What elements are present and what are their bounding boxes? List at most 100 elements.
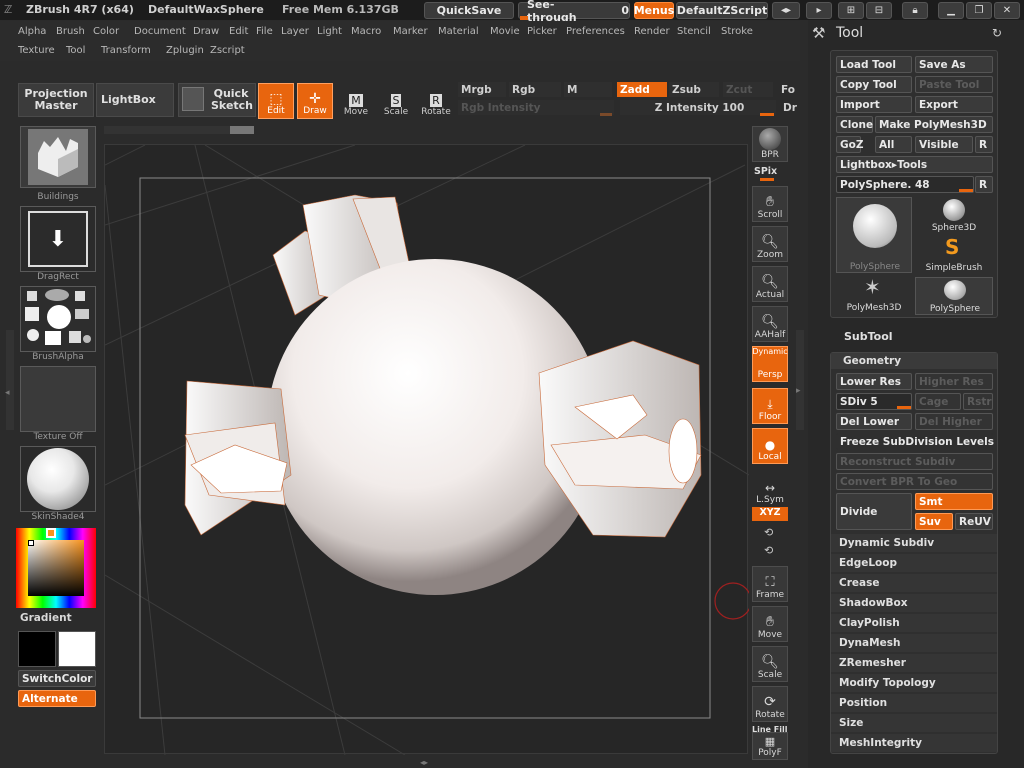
menu-file[interactable]: File xyxy=(256,26,273,37)
alpha-thumbnail[interactable] xyxy=(20,126,96,188)
position-header[interactable]: Position xyxy=(831,694,997,712)
rotate-button[interactable]: R Rotate xyxy=(418,83,454,119)
subtool-header[interactable]: SubTool xyxy=(844,330,893,343)
menu-stroke[interactable]: Stroke xyxy=(721,26,753,37)
menu-macro[interactable]: Macro xyxy=(351,26,381,37)
menu-brush[interactable]: Brush xyxy=(56,26,85,37)
gradient-label[interactable]: Gradient xyxy=(20,612,72,624)
color-picker[interactable] xyxy=(16,528,96,608)
menu-render[interactable]: Render xyxy=(634,26,670,37)
tool-thumb-polysphere[interactable]: PolySphere xyxy=(915,277,993,315)
lightbox-button[interactable]: LightBox xyxy=(96,83,174,117)
stroke-thumbnail[interactable]: ⬇ xyxy=(20,206,96,272)
rgb-intensity-slider[interactable]: Rgb Intensity xyxy=(458,100,614,115)
quicksave-button[interactable]: QuickSave xyxy=(424,2,514,19)
tool-thumb-polysphere-active[interactable]: PolySphere xyxy=(836,197,912,273)
brush-alpha-thumbnail[interactable] xyxy=(20,286,96,352)
scroll-right-icon[interactable]: ▸ xyxy=(806,2,832,19)
right-tray-arrow-icon[interactable]: ▸ xyxy=(796,386,801,396)
menu-draw[interactable]: Draw xyxy=(193,26,219,37)
lower-res-button[interactable]: Lower Res xyxy=(836,373,912,390)
restore-icon[interactable]: ❐ xyxy=(966,2,992,19)
edgeloop-header[interactable]: EdgeLoop xyxy=(831,554,997,572)
crease-header[interactable]: Crease xyxy=(831,574,997,592)
see-through-slider[interactable]: See-through 0 xyxy=(518,0,630,24)
texture-thumbnail[interactable] xyxy=(20,366,96,432)
modify-topology-header[interactable]: Modify Topology xyxy=(831,674,997,692)
shadowbox-header[interactable]: ShadowBox xyxy=(831,594,997,612)
rotate-z-icon[interactable]: ⟲ xyxy=(764,544,773,557)
goz-visible-button[interactable]: Visible xyxy=(915,136,973,153)
goz-all-button[interactable]: All xyxy=(875,136,912,153)
menu-transform[interactable]: Transform xyxy=(101,45,151,56)
zadd-button[interactable]: Zadd xyxy=(617,82,667,97)
menu-light[interactable]: Light xyxy=(317,26,342,37)
claypolish-header[interactable]: ClayPolish xyxy=(831,614,997,632)
scroll-arrows-icon[interactable]: ◂▸ xyxy=(772,2,800,19)
dynamesh-header[interactable]: DynaMesh xyxy=(831,634,997,652)
menu-zplugin[interactable]: Zplugin xyxy=(166,45,204,56)
rgb-button[interactable]: Rgb xyxy=(509,82,561,97)
bottom-tray-arrows-icon[interactable]: ◂▸ xyxy=(420,758,428,767)
tool-thumb-simplebrush[interactable]: S SimpleBrush xyxy=(915,235,993,275)
polysphere-slider-handle[interactable] xyxy=(959,189,973,192)
move-view-button[interactable]: ✋︎ Move xyxy=(752,606,788,642)
lock-icon[interactable]: 🔒︎ xyxy=(902,2,928,19)
lsym-button[interactable]: ↔ L.Sym xyxy=(752,470,788,506)
reuv-button[interactable]: ReUV xyxy=(955,513,993,530)
divide-button[interactable]: Divide xyxy=(836,493,912,530)
menu-tool[interactable]: Tool xyxy=(66,45,85,56)
left-tray-arrow-icon[interactable]: ◂ xyxy=(5,388,10,398)
del-lower-button[interactable]: Del Lower xyxy=(836,413,912,430)
local-button[interactable]: ● Local xyxy=(752,428,788,464)
save-as-button[interactable]: Save As xyxy=(915,56,993,73)
spix-slider[interactable]: SPix xyxy=(754,166,777,177)
aahalf-button[interactable]: 🔍︎ AAHalf xyxy=(752,306,788,342)
menu-document[interactable]: Document xyxy=(134,26,186,37)
minimize-icon[interactable]: ▁ xyxy=(938,2,964,19)
geometry-header[interactable]: Geometry xyxy=(831,353,997,369)
move-button[interactable]: M Move xyxy=(338,83,374,119)
left-tray-handle[interactable] xyxy=(6,330,14,430)
tool-panel-title[interactable]: Tool xyxy=(836,25,863,41)
rgb-intensity-handle[interactable] xyxy=(600,113,612,116)
z-intensity-handle[interactable] xyxy=(760,113,774,116)
edit-button[interactable]: ⬚ Edit xyxy=(258,83,294,119)
paste-tool-button[interactable]: Paste Tool xyxy=(915,76,993,93)
scroll-button[interactable]: ✋︎ Scroll xyxy=(752,186,788,222)
menu-preferences[interactable]: Preferences xyxy=(566,26,625,37)
import-button[interactable]: Import xyxy=(836,96,912,113)
polysphere-r-button[interactable]: R xyxy=(975,176,993,193)
menus-button[interactable]: Menus xyxy=(634,2,674,19)
layout-a-icon[interactable]: ⊞ xyxy=(838,2,864,19)
tool-thumb-polymesh3d[interactable]: ✶ PolyMesh3D xyxy=(836,275,912,315)
rstr-button[interactable]: Rstr xyxy=(963,393,993,410)
del-higher-button[interactable]: Del Higher xyxy=(915,413,993,430)
goz-button[interactable]: GoZ xyxy=(836,136,863,153)
make-polymesh3d-button[interactable]: Make PolyMesh3D xyxy=(875,116,993,133)
menu-stencil[interactable]: Stencil xyxy=(677,26,711,37)
hue-marker[interactable] xyxy=(46,528,56,538)
menu-edit[interactable]: Edit xyxy=(229,26,248,37)
m-button[interactable]: M xyxy=(564,82,612,97)
menu-alpha[interactable]: Alpha xyxy=(18,26,46,37)
tool-thumb-sphere3d[interactable]: Sphere3D xyxy=(915,197,993,235)
rotate-view-button[interactable]: ⟳ Rotate xyxy=(752,686,788,722)
refresh-icon[interactable]: ↻ xyxy=(992,26,1002,40)
bpr-button[interactable]: BPR xyxy=(752,126,788,162)
layout-b-icon[interactable]: ⊟ xyxy=(866,2,892,19)
export-button[interactable]: Export xyxy=(915,96,993,113)
xyz-button[interactable]: XYZ xyxy=(752,507,788,521)
scale-button[interactable]: S Scale xyxy=(378,83,414,119)
freeze-subdivision-button[interactable]: Freeze SubDivision Levels xyxy=(836,433,994,450)
close-icon[interactable]: ✕ xyxy=(994,2,1020,19)
spix-handle[interactable] xyxy=(760,178,774,181)
meshintegrity-header[interactable]: MeshIntegrity xyxy=(831,734,997,752)
alternate-button[interactable]: Alternate xyxy=(18,690,96,707)
size-header[interactable]: Size xyxy=(831,714,997,732)
menu-color[interactable]: Color xyxy=(93,26,119,37)
frame-button[interactable]: ⛶ Frame xyxy=(752,566,788,602)
floor-button[interactable]: ⤓ Floor xyxy=(752,388,788,424)
menu-marker[interactable]: Marker xyxy=(393,26,428,37)
cage-button[interactable]: Cage xyxy=(915,393,961,410)
